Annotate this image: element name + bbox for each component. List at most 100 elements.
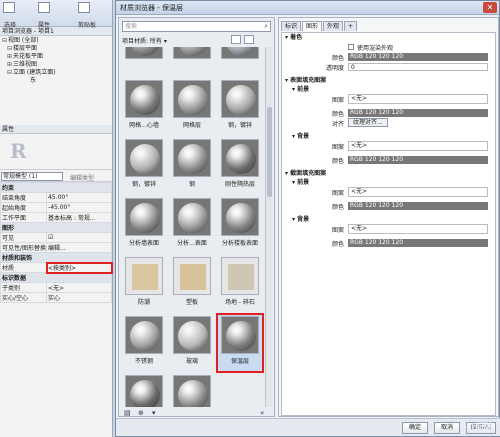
material-preview [221, 47, 259, 59]
properties-label: 属性 [38, 22, 51, 29]
material-tile[interactable]: 场地 - 碎石 [217, 255, 263, 313]
collapse-icon[interactable]: « [260, 409, 264, 417]
subsection-background[interactable]: ▾ 背景 [282, 132, 495, 141]
material-tile[interactable]: 分析楼板表面 [217, 196, 263, 254]
table-row: 可见性/图形替换 编辑... [0, 242, 112, 253]
settings-icon[interactable]: ▾ [152, 409, 156, 417]
ribbon: 选择 属性 剪贴板 [0, 0, 112, 29]
properties-icon [38, 2, 50, 13]
grid-scrollbar[interactable] [265, 47, 272, 407]
close-icon[interactable]: ✕ [483, 2, 497, 13]
material-tile[interactable]: 网格层 [169, 78, 215, 136]
use-render-row: 使用渲染外观 [282, 42, 495, 52]
tab-identity[interactable]: 标识 [281, 21, 302, 31]
material-preview [221, 316, 259, 354]
material-preview [173, 139, 211, 177]
section-cut-pattern[interactable]: ▾ 截面填充图案 [282, 169, 495, 178]
grid-view-icon[interactable] [231, 35, 241, 44]
material-tile-label: 分析...表面 [177, 240, 207, 247]
material-tile[interactable]: 不锈钢 [121, 314, 167, 372]
material-library-panel: 搜索 ⌕ 项目材质: 所有 ▾ 网格...心墙 网格层 钢，镀锌 钢，镀锌钢刚性隔热层… [118, 17, 275, 417]
subsection-foreground[interactable]: ▾ 前景 [282, 178, 495, 187]
material-tile[interactable]: 网格...心墙 [121, 78, 167, 136]
material-tile-label: 刚性隔热层 [224, 181, 255, 188]
type-selector[interactable]: 常规模型 (1) [1, 172, 63, 181]
transparency-row: 透明度 0 [282, 62, 495, 72]
material-tile-label: 分析墙表面 [128, 240, 159, 247]
table-row: 约束 [0, 182, 112, 193]
material-tile[interactable]: 分析...表面 [169, 196, 215, 254]
material-tile[interactable] [121, 47, 167, 77]
material-tile[interactable]: EPDM 薄膜 [121, 373, 167, 407]
material-value[interactable]: <按类别> [45, 261, 113, 274]
material-tile-label: 网格...心墙 [129, 122, 159, 129]
material-preview [173, 375, 211, 407]
material-tile[interactable]: 钢，镀锌 [121, 137, 167, 195]
material-tile-label: 保温层 [230, 358, 249, 365]
material-tile[interactable] [169, 47, 215, 77]
section-surface-pattern[interactable]: ▾ 表面填充图案 [282, 76, 495, 85]
transparency-field[interactable]: 0 [348, 63, 488, 71]
editor-tabs: 标识 图形 外观 + [281, 21, 358, 31]
material-grid: 网格...心墙 网格层 钢，镀锌 钢，镀锌钢刚性隔热层 分析墙表面 分析...表面 分析楼板… [121, 47, 264, 407]
search-input[interactable]: 搜索 ⌕ [122, 21, 271, 32]
tree-item[interactable]: ⊟楼层平面 [2, 45, 112, 53]
select-icon [3, 2, 15, 13]
select-button[interactable] [3, 2, 15, 14]
material-tile[interactable]: EIF...隔热层 [169, 373, 215, 407]
shading-color-swatch[interactable]: RGB 120 120 120 [348, 53, 488, 61]
properties-button[interactable] [38, 2, 50, 14]
material-tile[interactable]: 防潮 [121, 255, 167, 313]
pattern-field[interactable]: <无> [348, 94, 488, 104]
tree-item[interactable]: ⊞三维视图 [2, 61, 112, 69]
material-tile[interactable]: 钢 [169, 137, 215, 195]
pattern-field[interactable]: <无> [348, 224, 488, 234]
shading-color-row: 颜色 RGB 120 120 120 [282, 52, 495, 62]
color-swatch[interactable]: RGB 120 120 120 [348, 109, 488, 117]
material-tile-label: 钢，镀锌 [131, 181, 156, 188]
use-render-checkbox[interactable] [348, 44, 354, 50]
material-tile[interactable]: 钢，镀锌 [217, 78, 263, 136]
subsection-background[interactable]: ▾ 背景 [282, 215, 495, 224]
ok-button[interactable]: 确定 [402, 422, 428, 434]
color-swatch[interactable]: RGB 120 120 120 [348, 156, 488, 164]
material-preview [173, 316, 211, 354]
material-tile[interactable]: 玻璃 [169, 314, 215, 372]
properties-table: 约束 结束角度 45.00° 起始角度 -45.00° 工作平面 基本标高 : 常规.… [0, 182, 113, 303]
library-filter[interactable]: 项目材质: 所有 ▾ [122, 36, 167, 45]
color-swatch[interactable]: RGB 120 120 120 [348, 239, 488, 247]
clipboard-icon [78, 2, 90, 13]
material-preview [173, 80, 211, 118]
texture-align-button[interactable]: 纹理对齐... [348, 118, 388, 127]
properties-title: 属性 [0, 125, 112, 134]
tab-graphics[interactable]: 图形 [302, 21, 323, 31]
pattern-field[interactable]: <无> [348, 187, 488, 197]
subsection-foreground[interactable]: ▾ 前景 [282, 85, 495, 94]
add-icon[interactable]: ⊕ [138, 409, 144, 417]
color-swatch[interactable]: RGB 120 120 120 [348, 202, 488, 210]
tree-item[interactable]: ⊟视图 (全部) [2, 37, 112, 45]
material-preview [125, 198, 163, 236]
section-shading[interactable]: ▾ 着色 [282, 33, 495, 42]
list-view-icon[interactable] [244, 35, 254, 44]
material-tile-label: 钢，镀锌 [227, 122, 252, 129]
material-tile[interactable]: 刚性隔热层 [217, 137, 263, 195]
clipboard-button[interactable] [78, 2, 90, 14]
cancel-button[interactable]: 取消 [434, 422, 460, 434]
edit-type-button[interactable]: 编辑类型 [70, 173, 94, 182]
table-row: 材质和装饰 [0, 252, 112, 263]
tree-item[interactable]: ⊟立面 (建筑立面) [2, 69, 112, 77]
table-row: 图形 [0, 222, 112, 233]
pattern-field[interactable]: <无> [348, 141, 488, 151]
tab-add[interactable]: + [344, 21, 358, 31]
tree-item[interactable]: ⊞天花板平面 [2, 53, 112, 61]
material-tile[interactable]: 保温层 [216, 313, 264, 373]
material-tile[interactable]: 分析墙表面 [121, 196, 167, 254]
material-tile[interactable]: 塑板 [169, 255, 215, 313]
material-tile[interactable] [217, 47, 263, 77]
clipboard-label: 剪贴板 [78, 22, 97, 29]
watermark: Bai 经验 [459, 422, 493, 431]
library-icon[interactable]: ▤ [124, 409, 131, 417]
tab-appearance[interactable]: 外观 [323, 21, 344, 31]
tree-item[interactable]: 东 [2, 77, 112, 85]
